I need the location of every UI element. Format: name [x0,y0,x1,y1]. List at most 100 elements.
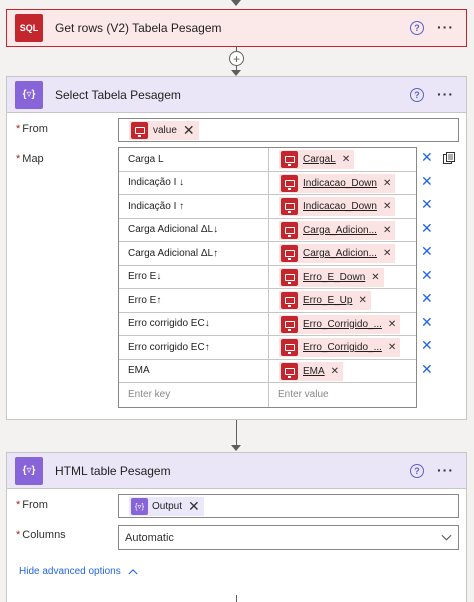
sql-token-icon [281,221,298,239]
map-key[interactable]: Carga Adicional ΔL↑ [119,242,269,265]
map-row: Erro corrigido EC↑ Erro_Corrigido_... ✕ [119,336,416,360]
remove-token-icon[interactable]: ✕ [383,178,391,189]
delete-row-icon[interactable]: ✕ [421,314,433,331]
map-value[interactable]: Erro_Corrigido_... ✕ [269,336,416,359]
map-value-token[interactable]: CargaL ✕ [279,150,355,169]
sql-token-icon [281,339,298,356]
map-value[interactable]: Carga_Adicion... ✕ [269,242,416,265]
remove-token-icon[interactable]: ✕ [388,319,396,330]
map-value-token[interactable]: Carga_Adicion... ✕ [279,220,396,240]
map-value-token-text: Erro_E_Up [303,295,353,306]
map-value[interactable]: Erro_E_Down ✕ [269,266,416,289]
sql-token-icon [281,292,298,309]
map-value-token[interactable]: Carga_Adicion... ✕ [279,244,396,263]
connector-bottom [236,595,237,602]
map-key[interactable]: Carga Adicional ΔL↓ [119,218,269,241]
delete-row-icon[interactable]: ✕ [421,337,433,354]
chevron-down-icon [441,534,452,541]
map-value-token[interactable]: Erro_E_Down ✕ [279,267,384,287]
remove-token-icon[interactable]: ✕ [371,272,379,283]
remove-token-icon[interactable]: ✕ [183,122,195,139]
map-row: Erro E↓ Erro_E_Down ✕ [119,265,416,289]
remove-token-icon[interactable]: ✕ [383,248,391,259]
output-token[interactable]: {▿} Output ✕ [129,497,204,516]
map-value-token-text: Erro_Corrigido_... [303,318,382,330]
html-from-label: * From [16,499,48,511]
output-token-text: Output [152,501,183,512]
connector-2 [236,420,237,448]
sql-token-icon [281,268,298,286]
sql-token-icon [281,245,298,262]
connector-2-arrow [231,445,241,451]
remove-token-icon[interactable]: ✕ [331,366,339,377]
chevron-up-icon [128,569,138,575]
get-rows-card[interactable]: SQL Get rows (V2) Tabela Pesagem ? ··· [6,9,467,47]
map-value-token[interactable]: Indicacao_Down ✕ [279,197,396,216]
columns-select[interactable]: Automatic [118,525,459,550]
remove-token-icon[interactable]: ✕ [342,154,350,165]
map-key[interactable]: Carga L [119,148,269,171]
remove-token-icon[interactable]: ✕ [383,225,391,236]
html-table-title: HTML table Pesagem [55,463,171,478]
columns-value: Automatic [125,532,174,544]
map-label: * Map [16,153,44,165]
help-icon[interactable]: ? [410,88,424,102]
map-key[interactable]: Indicação I ↓ [119,171,269,194]
map-value-token-text: Carga_Adicion... [303,248,377,259]
enter-value-input[interactable]: Enter value [269,383,416,407]
map-row: Indicação I ↑ Indicacao_Down ✕ [119,195,416,219]
map-value[interactable]: EMA ✕ [269,360,416,383]
sql-token-icon [281,151,298,168]
more-options-icon[interactable]: ··· [437,86,454,102]
map-key[interactable]: Erro corrigido EC↓ [119,312,269,335]
help-icon[interactable]: ? [410,464,424,478]
map-value[interactable]: Indicacao_Down ✕ [269,195,416,218]
map-value-token[interactable]: EMA ✕ [279,361,344,381]
delete-row-icon[interactable]: ✕ [421,149,433,166]
map-row: Carga Adicional ΔL↓ Carga_Adicion... ✕ [119,218,416,242]
from-label: * From [16,123,48,135]
delete-row-icon[interactable]: ✕ [421,196,433,213]
delete-row-icon[interactable]: ✕ [421,267,433,284]
add-step-icon[interactable]: + [229,51,244,66]
data-operation-icon: {▿} [15,456,43,485]
delete-row-icon[interactable]: ✕ [421,220,433,237]
map-table: Carga L CargaL ✕ Indicação I ↓ Indicacao_Dow… [118,147,417,408]
delete-row-icon[interactable]: ✕ [421,290,433,307]
map-value[interactable]: Carga_Adicion... ✕ [269,219,416,242]
map-value-token[interactable]: Erro_Corrigido_... ✕ [279,338,401,357]
more-options-icon[interactable]: ··· [437,462,454,478]
copy-icon[interactable] [443,152,455,164]
map-key[interactable]: Indicação I ↑ [119,195,269,218]
map-value[interactable]: Indicacao_Down ✕ [269,172,416,195]
map-value[interactable]: CargaL ✕ [269,148,416,171]
hide-advanced-options-link[interactable]: Hide advanced options [19,566,138,577]
more-options-icon[interactable]: ··· [437,19,454,35]
enter-key-input[interactable]: Enter key [119,383,269,407]
remove-token-icon[interactable]: ✕ [358,295,366,306]
delete-row-icon[interactable]: ✕ [421,243,433,260]
map-value[interactable]: Erro_Corrigido_... ✕ [269,313,416,336]
select-title: Select Tabela Pesagem [55,87,181,102]
map-value-token[interactable]: Erro_E_Up ✕ [279,291,371,310]
remove-token-icon[interactable]: ✕ [388,342,396,353]
map-value-token[interactable]: Indicacao_Down ✕ [279,173,396,193]
map-key[interactable]: Erro E↓ [119,265,269,288]
remove-token-icon[interactable]: ✕ [188,498,200,515]
map-value-token[interactable]: Erro_Corrigido_... ✕ [279,314,401,334]
map-value[interactable]: Erro_E_Up ✕ [269,289,416,312]
from-token-text: value [153,125,177,136]
map-row: Indicação I ↓ Indicacao_Down ✕ [119,171,416,195]
from-token[interactable]: value ✕ [129,121,199,140]
map-key[interactable]: EMA [119,359,269,382]
help-icon[interactable]: ? [410,21,424,35]
map-row-new: Enter key Enter value [119,383,416,407]
map-key[interactable]: Erro E↑ [119,289,269,312]
map-key[interactable]: Erro corrigido EC↑ [119,336,269,359]
delete-row-icon[interactable]: ✕ [421,173,433,190]
remove-token-icon[interactable]: ✕ [383,201,391,212]
delete-row-icon[interactable]: ✕ [421,361,433,378]
data-operation-icon: {▿} [131,498,148,515]
map-row: Erro E↑ Erro_E_Up ✕ [119,289,416,313]
hide-advanced-options-text: Hide advanced options [19,566,121,577]
